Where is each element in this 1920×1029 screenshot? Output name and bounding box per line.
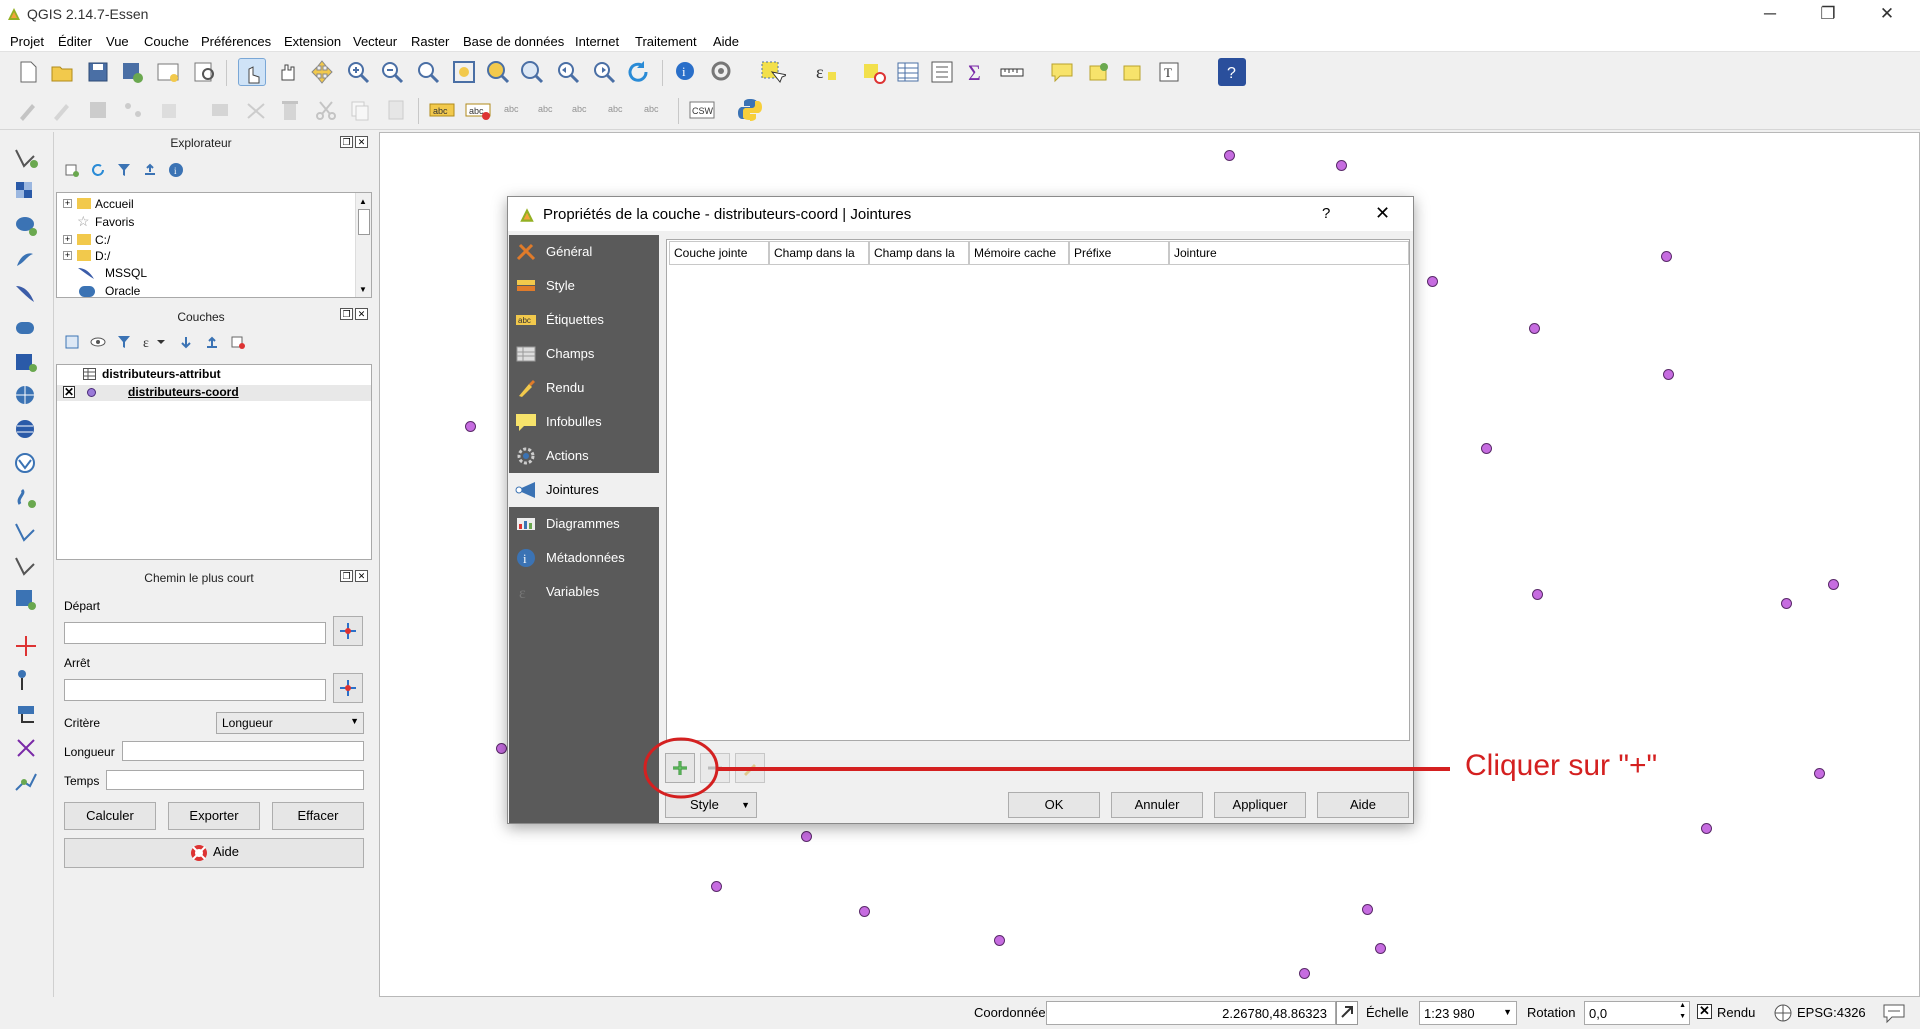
render-label: Rendu — [1717, 1005, 1756, 1020]
spin-down-icon[interactable]: ▼ — [1679, 1013, 1686, 1020]
spin-up-icon[interactable]: ▲ — [1679, 1002, 1686, 1009]
render-checkbox[interactable]: ✕ — [1697, 1004, 1712, 1019]
coord-label: Coordonnée — [974, 1005, 1046, 1020]
annotation-text: Cliquer sur "+" — [1465, 749, 1658, 782]
coord-field[interactable]: 2.26780,48.86323 — [1046, 1001, 1336, 1025]
messages-icon[interactable] — [1882, 1002, 1906, 1024]
scale-label: Échelle — [1366, 1005, 1409, 1020]
rotation-spinbox[interactable]: 0,0 ▲ ▼ — [1584, 1001, 1690, 1025]
scale-combo[interactable]: 1:23 980 ▼ — [1419, 1001, 1517, 1025]
toggle-extents-icon[interactable] — [1336, 1001, 1358, 1025]
crs-label[interactable]: EPSG:4326 — [1797, 1005, 1866, 1020]
rotation-label: Rotation — [1527, 1005, 1576, 1020]
chevron-down-icon: ▼ — [1503, 1007, 1512, 1017]
status-bar: Coordonnée 2.26780,48.86323 Échelle 1:23… — [0, 997, 1920, 1029]
crs-globe-icon[interactable] — [1773, 1003, 1793, 1023]
annotation-circle — [643, 737, 719, 799]
annotation-overlay — [643, 737, 1450, 799]
